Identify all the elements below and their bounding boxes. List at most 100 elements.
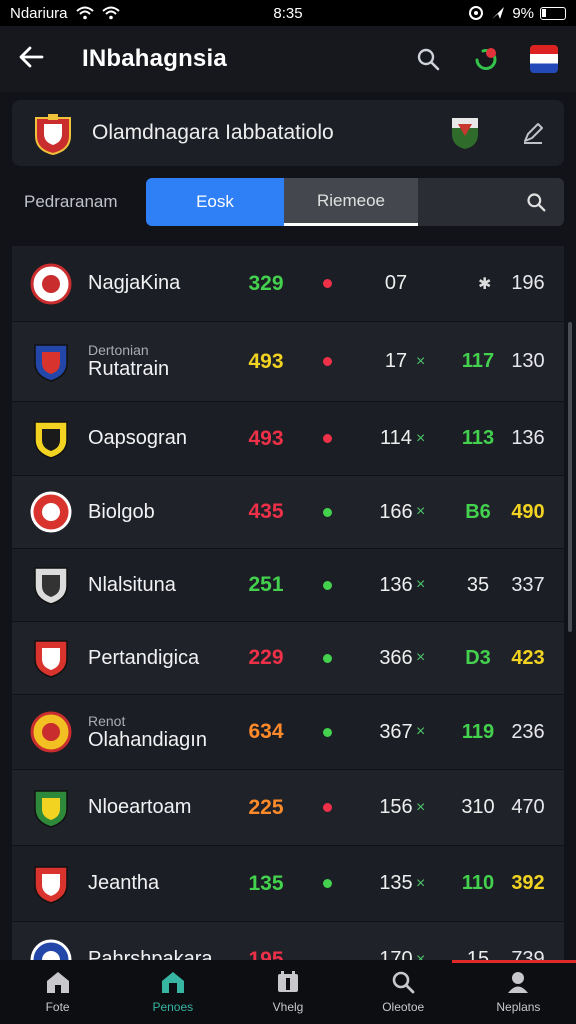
stat-total: 739 (511, 948, 545, 960)
team-name: Olahandiagın (88, 728, 207, 751)
stat-marker-icon: ✱ (478, 275, 492, 293)
table-row[interactable]: Oapsogran 493 114 × 113 136 (12, 402, 564, 476)
nav-item-fote[interactable]: Fote (0, 960, 115, 1024)
location-icon (469, 6, 484, 20)
table-row[interactable]: Pahrshpakara 195 170 × 15 739 (12, 922, 564, 960)
team-crest-icon (34, 640, 68, 678)
team-points: 329 (248, 271, 284, 295)
league-crest-icon (35, 114, 71, 156)
team-crest-icon (34, 865, 68, 904)
nav-label: Oleotoe (382, 1000, 425, 1014)
stat-goals: 35 (466, 573, 490, 596)
table-row[interactable]: NagjaKina 329 07 ✱ 196 (12, 246, 564, 322)
stat-goals: 15 (466, 948, 490, 960)
form-dot (323, 727, 332, 737)
table-row[interactable]: Dertonian Rutatrain 493 17 × 117 130 (12, 322, 564, 402)
form-dot (323, 357, 332, 366)
team-name: Jeantha (88, 872, 160, 894)
store-icon (161, 972, 184, 993)
team-crest-icon (34, 567, 68, 605)
team-name: Rutatrain (88, 358, 170, 380)
stat-marker-icon: × (416, 798, 426, 816)
page-title: INbahagnsia (82, 45, 227, 72)
table-row[interactable]: Nlalsituna 251 136 × 35 337 (12, 549, 564, 622)
team-crest-icon (34, 420, 68, 459)
tab-active[interactable]: Eosk (146, 178, 284, 226)
nav-item-oleotoe[interactable]: Oleotoe (346, 960, 461, 1024)
battery-percent: 9% (512, 4, 534, 22)
team-points: 493 (248, 349, 284, 373)
tab-search-button[interactable] (418, 178, 564, 226)
stat-total: 423 (511, 646, 545, 669)
team-name: NagjaKina (88, 272, 181, 294)
nav-item-neplans[interactable]: Neplans (461, 960, 576, 1024)
team-points: 229 (248, 646, 284, 669)
team-crest-icon (30, 491, 72, 533)
form-dot (323, 434, 332, 443)
nav-label: Penoes (152, 1000, 194, 1014)
table-row[interactable]: Renot Olahandiagın 634 367 × 119 236 (12, 695, 564, 770)
stat-total: 392 (511, 872, 545, 894)
tabs-label: Pedraranam (24, 192, 118, 211)
form-dot (323, 879, 332, 888)
league-badge-icon[interactable] (450, 116, 480, 150)
search-icon (527, 193, 546, 212)
team-crest-icon (30, 939, 72, 960)
status-time: 8:35 (273, 4, 303, 22)
table-row[interactable]: Jeantha 135 135 × 110 392 (12, 846, 564, 922)
team-name: Nloeartoam (88, 796, 192, 818)
stat-goals: 310 (461, 796, 495, 818)
team-points: 435 (248, 500, 284, 523)
tab-secondary[interactable]: Riemeoe (284, 178, 418, 226)
standings-table: NagjaKina 329 07 ✱ 196 Dertonian Rutatrain 493 1… (12, 246, 564, 960)
stat-marker-icon: × (416, 723, 426, 740)
stat-marker-icon: × (416, 874, 426, 892)
stat-goals: D3 (465, 646, 491, 669)
signal-icon (101, 6, 120, 20)
stat-marker-icon: × (416, 576, 426, 593)
stat-total: 337 (511, 573, 545, 596)
stat-total: 196 (511, 272, 545, 294)
stat-played: 166 (379, 500, 413, 523)
stat-played: 367 (379, 720, 413, 743)
nav-item-penoes[interactable]: Penoes (115, 960, 230, 1024)
stat-marker-icon: × (416, 352, 426, 370)
stat-played: 17 (384, 350, 408, 372)
team-points: 634 (248, 720, 284, 743)
team-name: Oapsogran (88, 427, 187, 449)
stat-total: 470 (511, 796, 545, 818)
scrollbar[interactable] (568, 322, 572, 632)
home-icon (46, 972, 69, 993)
team-points: 493 (248, 426, 284, 450)
stat-total: 136 (511, 427, 545, 449)
stat-marker-icon: × (416, 950, 426, 961)
team-name: Biolgob (88, 500, 155, 523)
table-row[interactable]: Pertandigica 229 366 × D3 423 (12, 622, 564, 695)
table-row[interactable]: Biolgob 435 166 × B6 490 (12, 476, 564, 549)
country-flag-icon[interactable] (530, 45, 558, 73)
table-row[interactable]: Nloeartoam 225 156 × 310 470 (12, 770, 564, 846)
stat-total: 236 (511, 720, 545, 743)
edit-icon[interactable] (520, 120, 546, 146)
team-crest-icon (30, 263, 72, 304)
team-name: Nlalsituna (88, 573, 176, 596)
league-header-card: Olamdnagara Iabbatatiolo (12, 100, 564, 166)
stat-total: 130 (511, 350, 545, 372)
team-crest-icon (34, 789, 68, 828)
status-bar: Ndariura 8:35 9% (0, 0, 576, 26)
back-arrow-icon[interactable] (18, 43, 58, 75)
stat-total: 490 (511, 500, 545, 523)
stat-played: 366 (379, 646, 413, 669)
search-icon (392, 971, 415, 994)
carrier-label: Ndariura (10, 4, 68, 22)
search-icon[interactable] (414, 45, 442, 73)
stat-goals: 113 (461, 427, 495, 449)
team-crest-icon (30, 711, 72, 753)
live-refresh-icon[interactable] (472, 45, 500, 73)
team-subtitle: Renot (88, 712, 126, 729)
nav-item-vhelg[interactable]: Vhelg (230, 960, 345, 1024)
stat-goals: 110 (461, 872, 495, 894)
team-crest-icon (34, 343, 68, 382)
stat-played: 135 (379, 872, 413, 894)
form-dot (323, 803, 332, 812)
